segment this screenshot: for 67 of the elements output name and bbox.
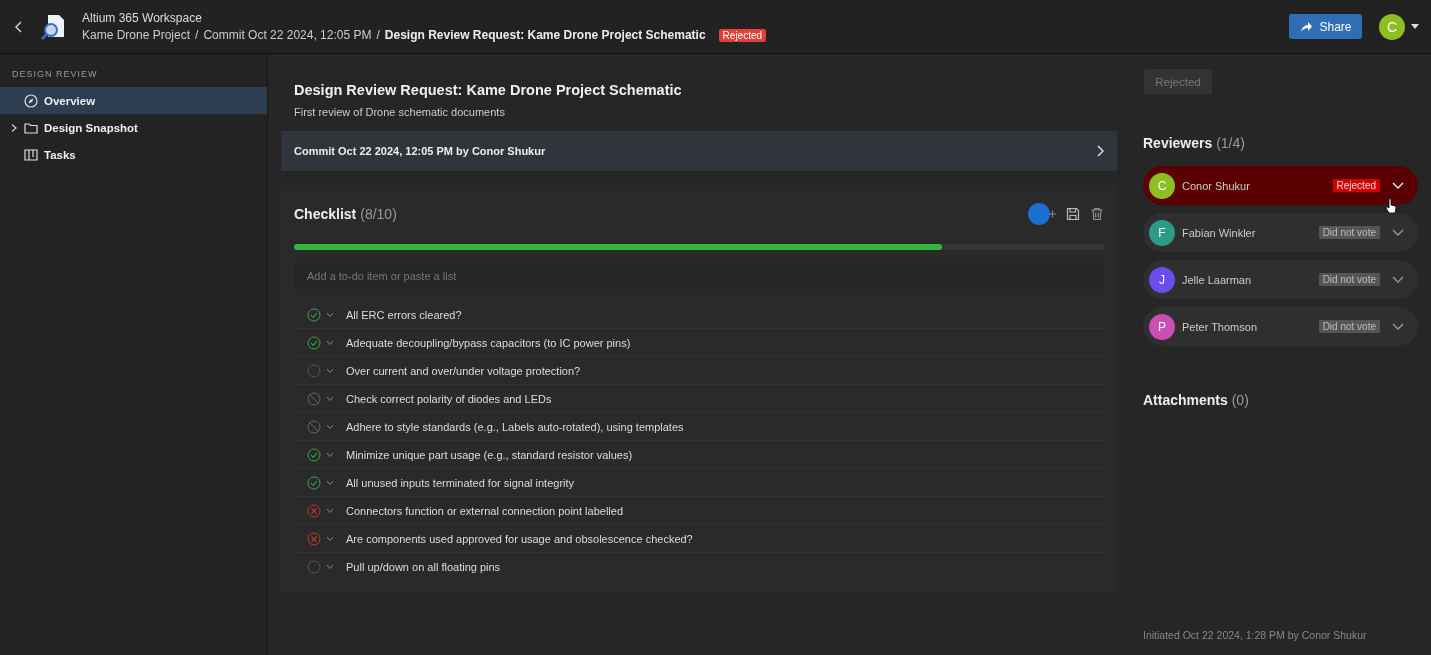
reviewer-name: Jelle Laarman xyxy=(1182,273,1253,286)
reviewers-count: (1/4) xyxy=(1216,135,1245,151)
slashed-circle-icon[interactable] xyxy=(307,391,321,406)
save-icon[interactable] xyxy=(1066,207,1080,221)
reviewer-avatar: C xyxy=(1149,172,1175,199)
section-label: DESIGN REVIEW xyxy=(11,69,99,81)
sidebar-item[interactable]: Tasks xyxy=(0,141,267,168)
compass-icon xyxy=(24,93,38,108)
chevron-right-icon xyxy=(1096,145,1104,157)
breadcrumb-separator: / xyxy=(376,28,380,42)
check-circle-icon[interactable] xyxy=(307,307,321,322)
reviewer-name: Fabian Winkler xyxy=(1182,226,1257,239)
breadcrumb-separator: / xyxy=(195,28,199,42)
reviewers-title: Reviewers xyxy=(1143,135,1214,151)
board-icon xyxy=(24,147,38,162)
reviewer-row[interactable]: J Jelle Laarman Did not vote xyxy=(1143,260,1418,299)
cross-circle-icon[interactable] xyxy=(307,503,321,518)
cross-circle-icon[interactable] xyxy=(307,531,321,546)
attachments-title: Attachments xyxy=(1143,392,1229,408)
sidebar-item[interactable]: Overview xyxy=(0,87,267,114)
expand-chevron-icon[interactable] xyxy=(10,123,18,132)
status-badge: Rejected xyxy=(718,28,767,42)
checklist-item-text: Check correct polarity of diodes and LEDs xyxy=(346,392,552,405)
review-title: Design Review Request: Kame Drone Project Schematic xyxy=(293,81,683,98)
add-item-field[interactable]: Add a to-do item or paste a list xyxy=(294,263,1104,289)
reviewer-avatar: F xyxy=(1149,219,1175,246)
reviewer-avatar: J xyxy=(1149,266,1175,293)
reviewer-row[interactable]: P Peter Thomson Did not vote xyxy=(1143,307,1418,346)
review-description: First review of Drone schematic documents xyxy=(293,105,506,120)
commit-bar[interactable]: Commit Oct 22 2024, 12:05 PM by Conor Shukur xyxy=(281,131,1117,171)
vote-badge: Rejected xyxy=(1332,179,1380,192)
checklist-item-text: All ERC errors cleared? xyxy=(346,308,462,321)
vote-badge: Did not vote xyxy=(1318,273,1380,286)
checklist-item-text: All unused inputs terminated for signal integrity xyxy=(346,476,575,489)
breadcrumb-link[interactable]: Kame Drone Project xyxy=(82,28,191,42)
breadcrumb-current: Design Review Request: Kame Drone Project Schematic xyxy=(384,28,706,42)
checklist-item-text: Are components used approved for usage and obsolescence checked? xyxy=(346,532,693,545)
reviewer-avatar: P xyxy=(1149,313,1175,340)
workspace-name[interactable]: Altium 365 Workspace xyxy=(82,11,1289,25)
reviewer-row[interactable]: F Fabian Winkler Did not vote xyxy=(1143,213,1418,252)
checklist-count: (8/10) xyxy=(360,206,397,222)
checklist-item-text: Over current and over/under voltage protection? xyxy=(346,364,581,377)
slashed-circle-icon[interactable] xyxy=(307,419,321,434)
reviewer-name: Peter Thomson xyxy=(1182,320,1258,333)
breadcrumb-link[interactable]: Commit Oct 22 2024, 12:05 PM xyxy=(203,28,372,42)
checklist-item-text: Adhere to style standards (e.g., Labels auto-rotated), using templates xyxy=(346,420,684,433)
check-circle-icon[interactable] xyxy=(307,475,321,490)
folder-icon xyxy=(24,120,38,135)
check-circle-icon[interactable] xyxy=(307,335,321,350)
checklist-item-text: Connectors function or external connection point labelled xyxy=(346,504,623,517)
hand-cursor-icon xyxy=(1385,198,1397,215)
initiated-info: Initiated Oct 22 2024, 1:28 PM by Conor Shukur xyxy=(1143,629,1368,643)
checklist-item-text: Pull up/down on all floating pins xyxy=(346,560,501,573)
checklist-title: Checklist xyxy=(294,206,357,222)
sidebar-item[interactable]: Design Snapshot xyxy=(0,114,267,141)
checklist-item-text: Minimize unique part usage (e.g., standard resistor values) xyxy=(346,448,633,461)
share-button[interactable]: Share xyxy=(1289,14,1362,39)
checklist-item-text: Adequate decoupling/bypass capacitors (to IC power pins) xyxy=(346,336,631,349)
vote-badge: Did not vote xyxy=(1318,320,1380,333)
reviewer-name: Conor Shukur xyxy=(1182,179,1251,192)
reviewer-row[interactable]: C Conor Shukur Rejected xyxy=(1143,166,1418,205)
add-item-icon[interactable] xyxy=(1028,203,1056,225)
vote-badge: Did not vote xyxy=(1318,226,1380,239)
attachments-count: (0) xyxy=(1231,392,1249,408)
trash-icon[interactable] xyxy=(1090,207,1104,221)
check-circle-icon[interactable] xyxy=(307,447,321,462)
caret-icon[interactable] xyxy=(1411,23,1419,30)
